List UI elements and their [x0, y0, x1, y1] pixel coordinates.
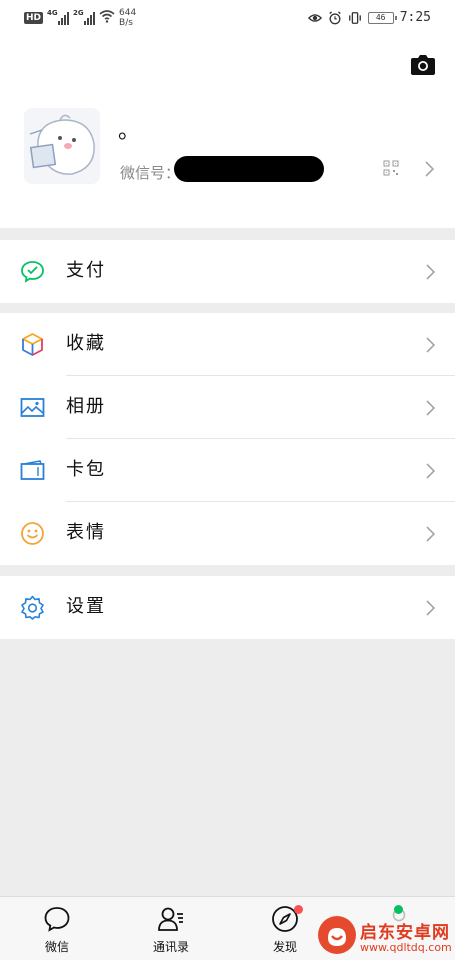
menu-item-album[interactable]: 相册	[0, 376, 455, 439]
notification-dot	[394, 905, 403, 914]
watermark-title: 启东安卓网	[360, 923, 450, 943]
tab-chats[interactable]: 微信	[0, 897, 114, 960]
watermark: 启东安卓网 www.qdltdq.com	[318, 916, 452, 958]
wechat-pay-icon	[21, 261, 44, 283]
photo-album-icon	[20, 398, 45, 417]
tab-label: 微信	[44, 940, 69, 954]
vibrate-icon	[348, 11, 361, 24]
menu-item-label: 表情	[66, 522, 106, 543]
notification-dot	[294, 905, 303, 914]
menu-item-stickers[interactable]: 表情	[0, 502, 455, 565]
menu-item-label: 收藏	[66, 333, 106, 354]
network-type-1: 4G	[47, 8, 58, 17]
wechat-id-redacted	[174, 156, 324, 182]
tab-label: 通讯录	[152, 940, 189, 954]
signal-icon-1: 4G	[47, 8, 70, 25]
emoji-smile-icon	[21, 522, 44, 545]
eye-comfort-icon	[307, 13, 322, 22]
gear-icon	[21, 595, 44, 620]
menu-item-label: 卡包	[66, 459, 106, 480]
chevron-right-icon	[426, 400, 435, 416]
clock: 7:25	[399, 10, 431, 25]
contacts-icon	[158, 907, 183, 931]
card-wallet-icon	[20, 460, 45, 480]
qr-code-icon[interactable]	[383, 160, 399, 176]
status-left: HD 4G 2G 644 B/s	[24, 8, 136, 28]
hd-badge: HD	[24, 12, 44, 24]
chevron-right-icon	[426, 600, 435, 616]
status-bar: HD 4G 2G 644 B/s 46 7:25	[0, 0, 455, 38]
favorites-cube-icon	[22, 333, 43, 356]
battery-icon: 46	[367, 11, 397, 24]
camera-icon[interactable]	[410, 54, 436, 76]
avatar[interactable]	[24, 108, 100, 184]
network-speed: 644 B/s	[119, 8, 136, 28]
menu-item-label: 设置	[66, 596, 106, 617]
menu-item-favorites[interactable]: 收藏	[0, 313, 455, 376]
settings-group: 设置	[0, 576, 455, 639]
speed-value: 644	[119, 8, 137, 18]
speed-unit: B/s	[119, 18, 133, 28]
menu-item-cards[interactable]: 卡包	[0, 439, 455, 502]
chevron-right-icon	[426, 264, 435, 280]
wifi-icon	[99, 10, 115, 26]
alarm-icon	[328, 10, 341, 24]
watermark-logo-icon	[318, 916, 356, 954]
chat-bubble-icon	[44, 907, 70, 932]
menu-item-label: 相册	[66, 396, 106, 417]
menu-item-label: 支付	[66, 260, 106, 281]
pay-group: 支付	[0, 240, 455, 303]
network-type-2: 2G	[73, 8, 84, 17]
chevron-right-icon	[426, 526, 435, 542]
chevron-right-icon	[426, 337, 435, 353]
profile-header[interactable]: 。 微信号：	[0, 38, 455, 228]
wechat-id-label: 微信号：	[120, 164, 181, 182]
tab-contacts[interactable]: 通讯录	[114, 897, 228, 960]
signal-icon-2: 2G	[73, 8, 96, 25]
menu-item-pay[interactable]: 支付	[0, 240, 455, 303]
watermark-url: www.qdltdq.com	[360, 941, 452, 954]
menu-item-settings[interactable]: 设置	[0, 576, 455, 639]
chevron-right-icon	[426, 463, 435, 479]
status-right: 46 7:25	[307, 10, 431, 25]
services-group: 收藏 相册 卡包 表情	[0, 313, 455, 565]
nickname: 。	[118, 119, 141, 144]
chevron-right-icon	[425, 161, 434, 177]
